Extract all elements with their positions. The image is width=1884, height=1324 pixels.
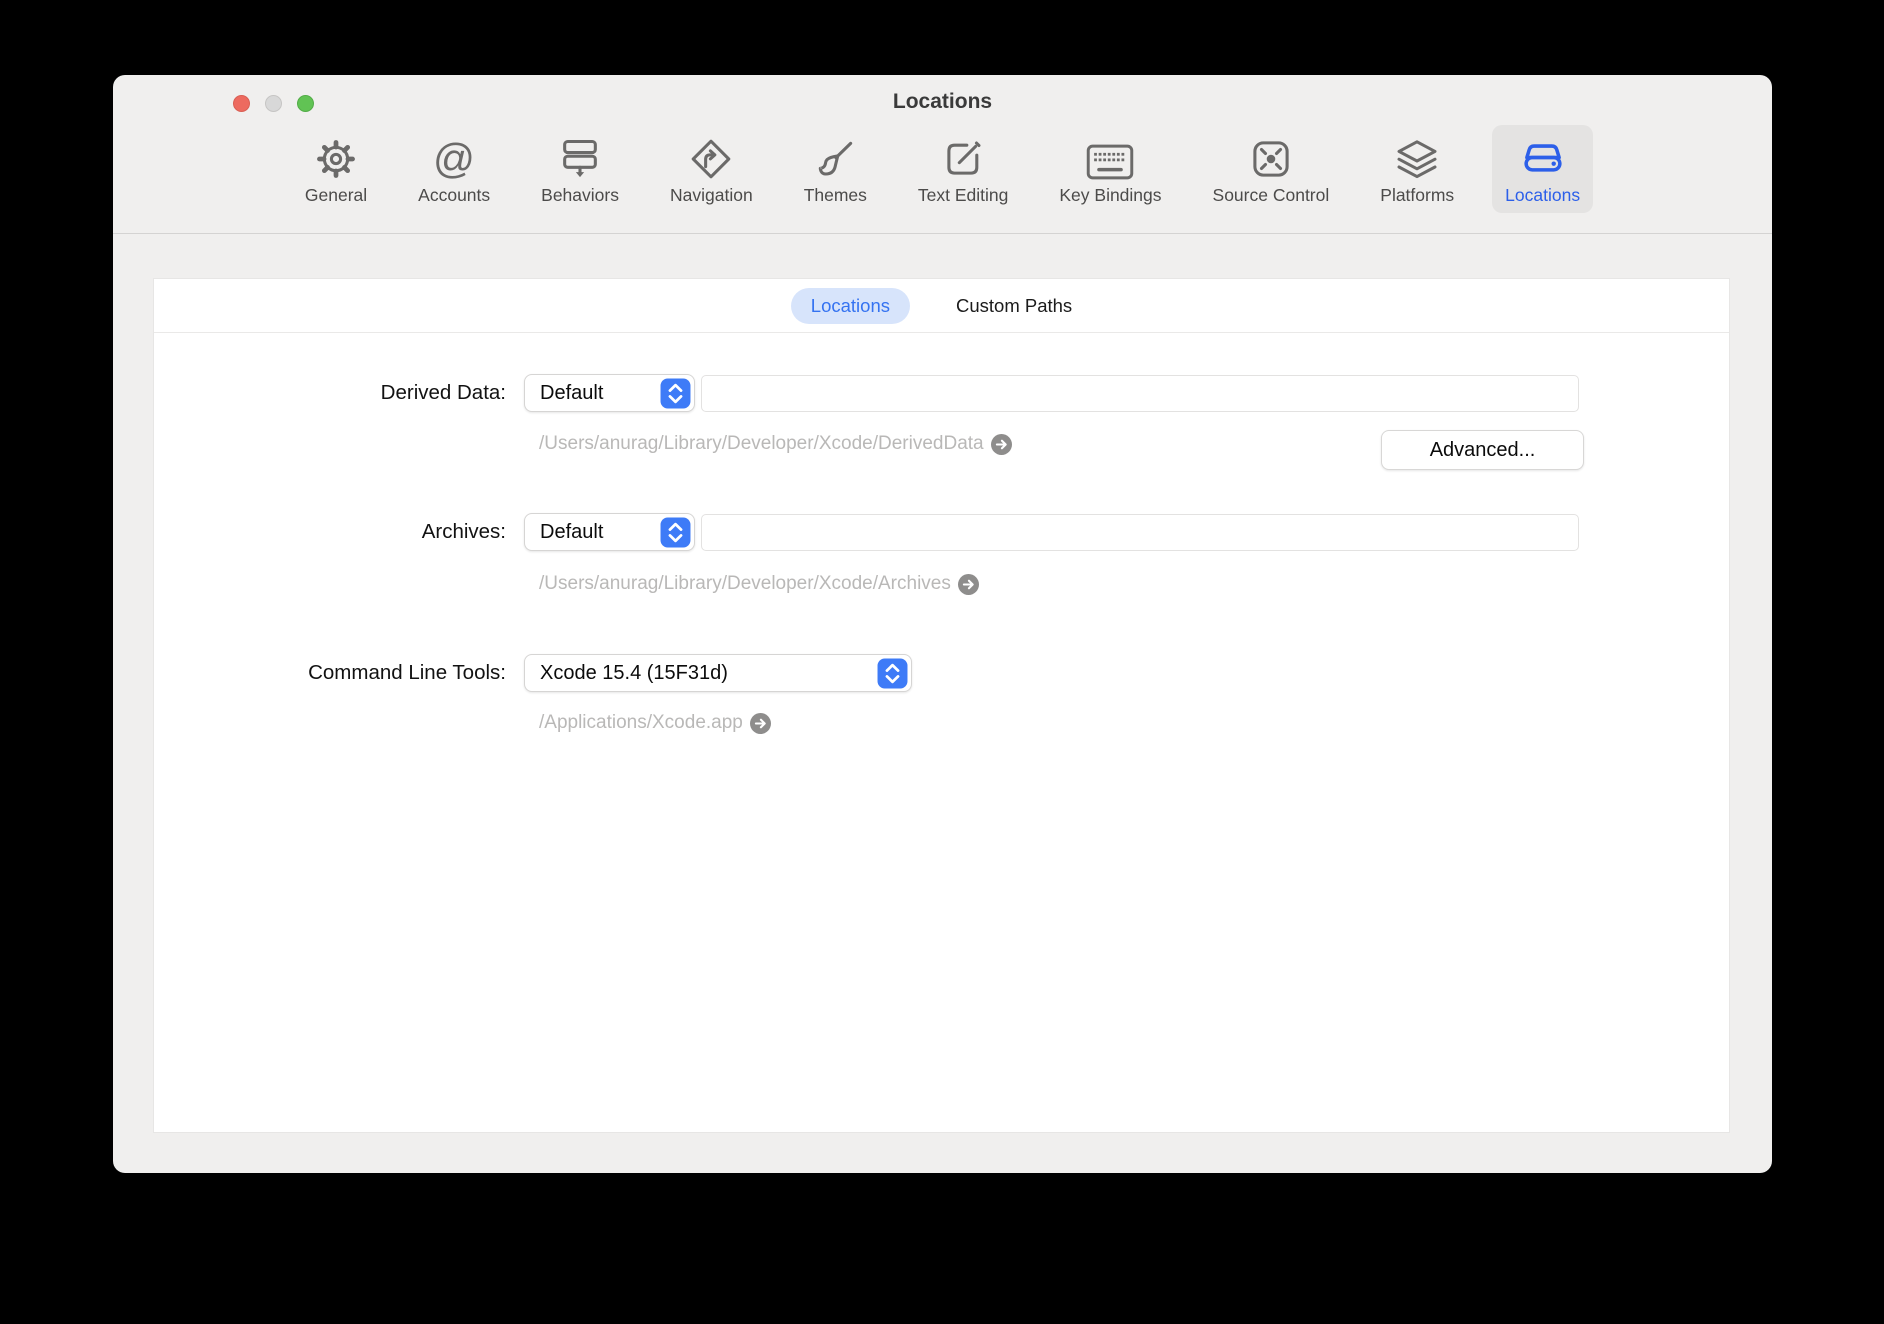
chevron-up-down-icon — [877, 658, 908, 689]
compose-icon — [940, 134, 986, 182]
archives-path: /Users/anurag/Library/Developer/Xcode/Ar… — [539, 571, 979, 597]
toolbar-item-general[interactable]: General — [292, 125, 380, 213]
toolbar-item-label: Platforms — [1380, 185, 1454, 206]
toolbar-item-label: Accounts — [418, 185, 490, 206]
toolbar-item-label: Locations — [1505, 185, 1580, 206]
advanced-button[interactable]: Advanced... — [1381, 430, 1584, 470]
archives-field[interactable] — [701, 514, 1579, 551]
popup-value: Default — [540, 521, 603, 544]
toolbar-item-text-editing[interactable]: Text Editing — [905, 125, 1021, 213]
toolbar-item-accounts[interactable]: @ Accounts — [405, 125, 503, 213]
source-control-icon — [1248, 134, 1294, 182]
chevron-up-down-icon — [660, 517, 691, 548]
command-line-tools-label: Command Line Tools: — [154, 654, 506, 692]
toolbar-item-label: Source Control — [1213, 185, 1330, 206]
locations-tab-bar: Locations Custom Paths — [154, 279, 1729, 333]
paintbrush-icon — [812, 134, 858, 182]
toolbar-item-themes[interactable]: Themes — [791, 125, 880, 213]
path-text: /Users/anurag/Library/Developer/Xcode/De… — [539, 433, 984, 455]
toolbar-item-behaviors[interactable]: Behaviors — [528, 125, 632, 213]
archives-popup[interactable]: Default — [524, 513, 695, 551]
toolbar-item-navigation[interactable]: Navigation — [657, 125, 766, 213]
derived-data-popup[interactable]: Default — [524, 374, 695, 412]
toolbar-item-label: Navigation — [670, 185, 753, 206]
toolbar-item-label: Key Bindings — [1059, 185, 1161, 206]
command-line-tools-popup[interactable]: Xcode 15.4 (15F31d) — [524, 654, 912, 692]
arrow-right-circle-icon[interactable] — [991, 434, 1012, 455]
settings-window: Locations General — [113, 75, 1772, 1173]
popup-value: Default — [540, 382, 603, 405]
derived-data-label: Derived Data: — [154, 374, 506, 412]
locations-pane: Locations Custom Paths Derived Data: Def… — [153, 278, 1730, 1133]
behaviors-icon — [557, 134, 603, 182]
path-text: /Users/anurag/Library/Developer/Xcode/Ar… — [539, 573, 951, 595]
navigation-icon — [688, 134, 734, 182]
toolbar-item-locations[interactable]: Locations — [1492, 125, 1593, 213]
chevron-up-down-icon — [660, 378, 691, 409]
toolbar-item-platforms[interactable]: Platforms — [1367, 125, 1467, 213]
keyboard-icon — [1085, 134, 1135, 182]
toolbar-item-label: Behaviors — [541, 185, 619, 206]
external-drive-icon — [1518, 134, 1568, 182]
popup-value: Xcode 15.4 (15F31d) — [540, 662, 728, 685]
toolbar-item-label: Themes — [804, 185, 867, 206]
archives-label: Archives: — [154, 513, 506, 551]
arrow-right-circle-icon[interactable] — [750, 713, 771, 734]
window-title: Locations — [113, 90, 1772, 114]
at-icon: @ — [431, 134, 477, 182]
tab-custom-paths[interactable]: Custom Paths — [936, 288, 1092, 324]
derived-data-path: /Users/anurag/Library/Developer/Xcode/De… — [539, 431, 1012, 457]
arrow-right-circle-icon[interactable] — [958, 574, 979, 595]
tab-locations[interactable]: Locations — [791, 288, 910, 324]
layers-icon — [1393, 134, 1441, 182]
gear-icon — [313, 134, 359, 182]
command-line-tools-path: /Applications/Xcode.app — [539, 710, 771, 736]
toolbar-item-label: Text Editing — [918, 185, 1008, 206]
toolbar-item-label: General — [305, 185, 367, 206]
svg-text:@: @ — [433, 136, 475, 182]
toolbar-item-source-control[interactable]: Source Control — [1200, 125, 1343, 213]
path-text: /Applications/Xcode.app — [539, 712, 743, 734]
toolbar-item-key-bindings[interactable]: Key Bindings — [1046, 125, 1174, 213]
window-header: Locations General — [113, 75, 1772, 234]
derived-data-field[interactable] — [701, 375, 1579, 412]
settings-toolbar: General @ Accounts — [113, 125, 1772, 213]
